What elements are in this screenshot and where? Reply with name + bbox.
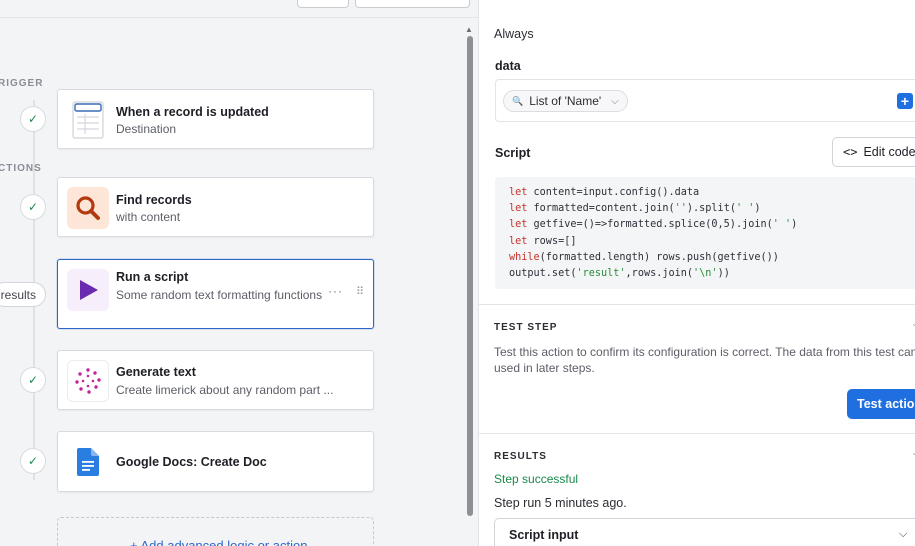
drag-handle-icon[interactable]: ⠿ (356, 285, 364, 298)
check-icon: ✓ (20, 367, 46, 393)
play-icon (67, 269, 109, 311)
script-label: Script (495, 146, 531, 160)
condition-value: Always (494, 27, 534, 41)
canvas-scrollbar[interactable] (467, 36, 473, 516)
card-title: Find records (116, 193, 192, 207)
card-title: Run a script (116, 270, 189, 284)
generate-text-card[interactable]: Generate text Create limerick about any … (57, 350, 374, 410)
sparkle-icon (67, 360, 109, 402)
script-input-accordion[interactable]: Script input ⌵ (494, 518, 915, 546)
check-icon: ✓ (20, 194, 46, 220)
chevron-down-icon: ⌵ (611, 95, 619, 107)
google-docs-card[interactable]: Google Docs: Create Doc (57, 431, 374, 492)
check-icon: ✓ (20, 106, 46, 132)
divider (479, 433, 915, 434)
scroll-up-icon[interactable]: ▲ (465, 25, 473, 34)
code-icon: <> (843, 145, 858, 159)
check-icon: ✓ (20, 448, 46, 474)
card-subtitle: Destination (116, 122, 177, 136)
step-config-panel: Always data 🔍 List of 'Name' ⌵ + Script … (478, 0, 915, 546)
toolbar-button[interactable] (297, 0, 349, 8)
status-success: Step successful (494, 472, 579, 486)
script-input-label: Script input (509, 528, 579, 542)
google-docs-icon (67, 441, 109, 483)
code-line: let formatted=content.join('').split(' '… (509, 203, 761, 215)
card-subtitle: Some random text formatting functions (116, 288, 323, 302)
search-icon: 🔍 (512, 95, 524, 106)
edit-code-button[interactable]: <> Edit code (832, 137, 915, 167)
table-icon (67, 99, 109, 141)
search-icon (67, 187, 109, 229)
test-step-description: Test this action to confirm its configur… (494, 345, 915, 375)
section-label-actions: CTIONS (0, 163, 42, 174)
chevron-down-icon: ⌵ (899, 528, 908, 540)
script-code-preview[interactable]: let content=input.config().data let forma… (495, 177, 915, 289)
run-script-card[interactable]: Run a script Some random text formatting… (57, 259, 374, 329)
section-label-trigger: RIGGER (0, 78, 44, 89)
input-variable-label: data (495, 59, 521, 73)
results-title: RESULTS (494, 451, 547, 462)
test-action-button[interactable]: Test action (847, 389, 915, 419)
test-step-title: TEST STEP (494, 322, 558, 333)
card-subtitle: Create limerick about any random part ..… (116, 383, 334, 397)
trigger-card[interactable]: When a record is updated Destination (57, 89, 374, 149)
code-line: let getfive=()=>formatted.splice(0,5).jo… (509, 219, 798, 231)
card-title: Google Docs: Create Doc (116, 455, 267, 469)
input-variable-field[interactable]: 🔍 List of 'Name' ⌵ + (495, 79, 915, 122)
results-pill[interactable]: results (0, 282, 46, 307)
toolbar-dropdown[interactable] (355, 0, 470, 8)
code-line: let content=input.config().data (509, 187, 700, 198)
card-title: Generate text (116, 365, 196, 379)
automation-canvas: RIGGER CTIONS ✓ ✓ results ✓ ✓ When a rec… (0, 0, 478, 546)
step-run-time: Step run 5 minutes ago. (494, 496, 627, 510)
divider (479, 304, 915, 305)
card-title: When a record is updated (116, 105, 269, 119)
add-action-link[interactable]: + Add advanced logic or action (130, 538, 307, 546)
plus-icon[interactable]: + (897, 93, 913, 109)
add-step-area[interactable]: + Add advanced logic or action (57, 517, 374, 546)
code-line: output.set('result',rows.join('\n')) (509, 268, 730, 280)
find-records-card[interactable]: Find records with content (57, 177, 374, 237)
canvas-toolbar (0, 0, 478, 18)
code-line: while(formatted.length) rows.push(getfiv… (509, 251, 779, 263)
card-subtitle: with content (116, 210, 181, 224)
code-line: let rows=[] (509, 235, 577, 247)
data-token[interactable]: 🔍 List of 'Name' ⌵ (503, 90, 628, 112)
more-options-icon[interactable]: ··· (328, 284, 343, 298)
